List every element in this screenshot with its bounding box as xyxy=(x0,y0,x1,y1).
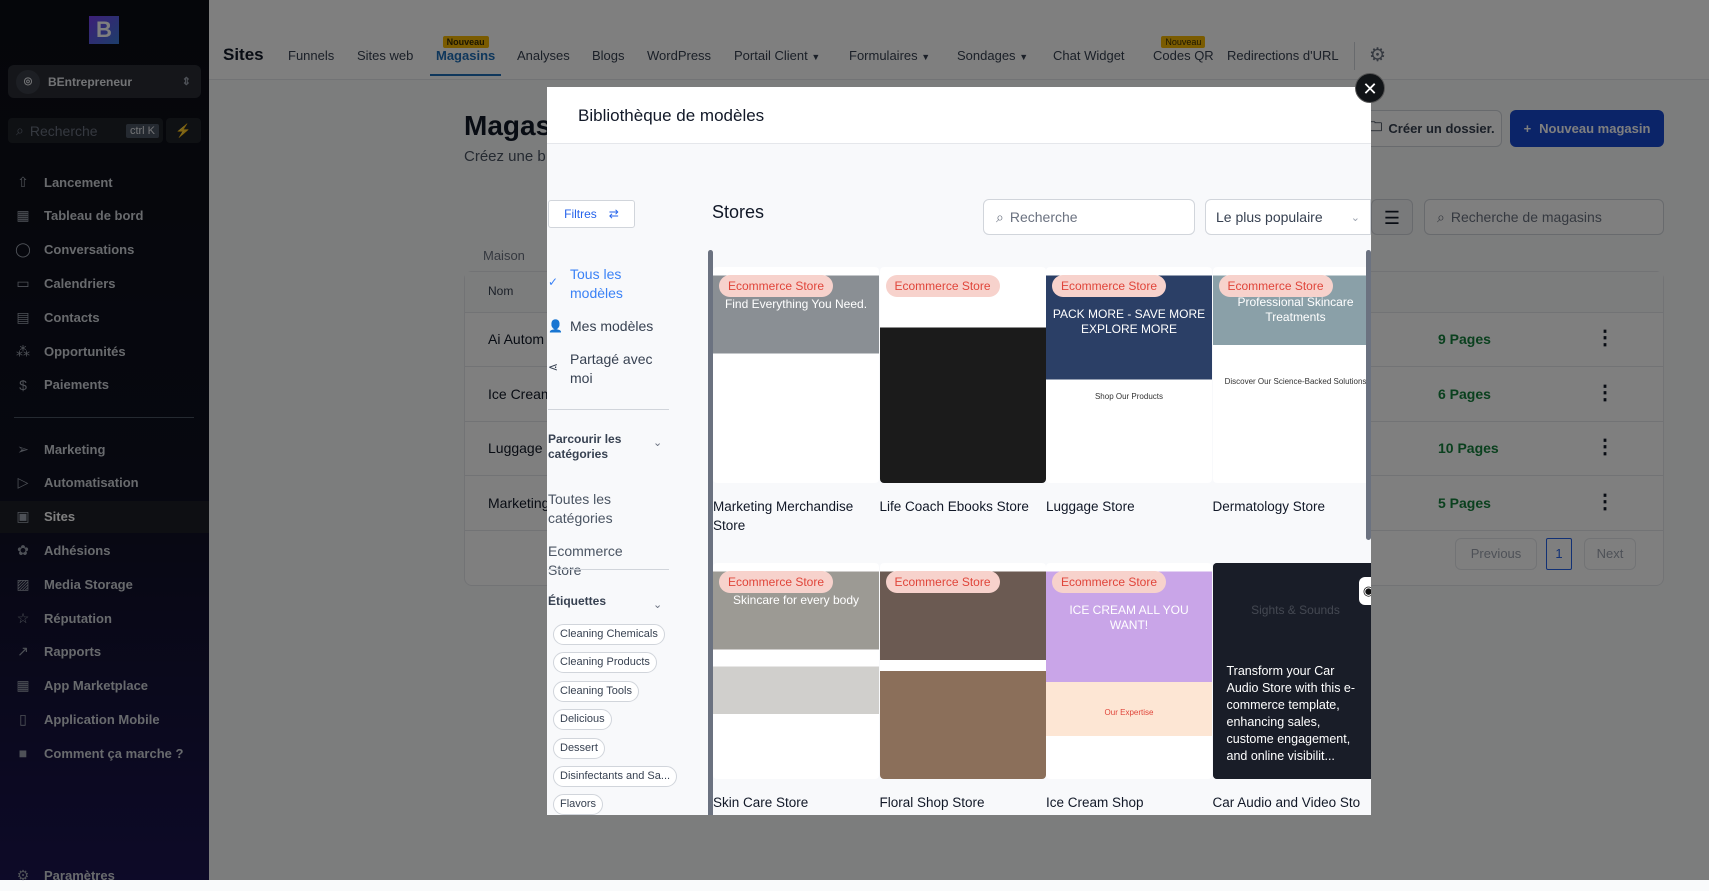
thumbnail-hero-text: ICE CREAM ALL YOU WANT! xyxy=(1069,603,1189,632)
category-badge: Ecommerce Store xyxy=(719,571,834,593)
thumbnail-sub-text: Discover Our Science-Backed Solutions xyxy=(1224,377,1367,386)
tag-chip[interactable]: Cleaning Products xyxy=(553,652,657,674)
divider xyxy=(548,409,669,410)
nav-all-templates[interactable]: ✓ Tous les modèles xyxy=(548,265,640,303)
card-description: Transform your Car Audio Store with this… xyxy=(1226,664,1356,763)
divider xyxy=(548,569,669,570)
template-title: Floral Shop Store xyxy=(879,795,985,810)
tag-chip[interactable]: Cleaning Chemicals xyxy=(553,624,665,645)
tag-chip[interactable]: Disinfectants and Sa... xyxy=(553,766,678,787)
share-icon: ⋖ xyxy=(548,360,559,374)
check-circle-icon: ✓ xyxy=(548,275,559,289)
template-title: Car Audio and Video Sto xyxy=(1212,795,1361,810)
template-title: Life Coach Ebooks Store xyxy=(879,499,1029,514)
button-label: Filtres xyxy=(564,207,597,221)
template-thumbnail[interactable]: ICE CREAM ALL YOU WANT! Our Expertise Ecom… xyxy=(1046,563,1212,779)
chevron-down-icon: ⌄ xyxy=(653,599,663,611)
chevron-down-icon: ⌄ xyxy=(1350,211,1360,224)
grid-scrollbar[interactable] xyxy=(1366,250,1371,540)
category-ecommerce[interactable]: Ecommerce Store xyxy=(548,542,658,580)
nav-label: Tous les modèles xyxy=(570,266,623,301)
thumbnail-sub-text: Shop Our Products xyxy=(1094,392,1164,401)
template-title: Skin Care Store xyxy=(713,795,809,810)
thumbnail-hero-text: Find Everything You Need. xyxy=(724,297,868,311)
nav-my-templates[interactable]: 👤 Mes modèles xyxy=(548,317,653,336)
sort-select[interactable]: Le plus populaire ⌄ xyxy=(1205,199,1371,235)
nav-shared[interactable]: ⋖ Partagé avec moi xyxy=(548,350,660,388)
section-label: Étiquettes xyxy=(548,594,607,608)
template-thumbnail[interactable]: PACK MORE - SAVE MORE EXPLORE MORE Shop O… xyxy=(1046,267,1212,483)
thumbnail-sub-text: Our Expertise xyxy=(1104,708,1154,717)
sliders-icon: ⇄ xyxy=(608,207,619,221)
category-badge: Ecommerce Store xyxy=(719,275,834,297)
sort-value: Le plus populaire xyxy=(1216,209,1323,225)
template-search-input[interactable]: ⌕ Recherche xyxy=(983,199,1195,235)
tags-toggle[interactable]: Étiquettes ⌄ xyxy=(548,594,668,611)
nav-label: Partagé avec moi xyxy=(570,351,653,386)
thumbnail-hero-text: Professional Skincare Treatments xyxy=(1237,295,1354,324)
tag-chip[interactable]: Cleaning Tools xyxy=(553,680,639,702)
user-icon: 👤 xyxy=(548,319,563,333)
tag-chip[interactable]: Delicious xyxy=(553,709,612,731)
category-badge: Ecommerce Store xyxy=(1052,571,1167,593)
template-title: Marketing Merchandise Store xyxy=(713,499,854,533)
tag-chip[interactable]: Dessert xyxy=(553,737,605,759)
template-thumbnail[interactable]: Find Everything You Need. Ecommerce Store xyxy=(713,267,879,483)
nav-label: Mes modèles xyxy=(570,318,654,334)
category-badge: Ecommerce Store xyxy=(885,571,1000,593)
template-thumbnail[interactable]: Skincare for every body Ecommerce Store xyxy=(713,563,879,779)
card-hover-overlay: Transform your Car Audio Store with this… xyxy=(1212,563,1371,779)
category-badge: Ecommerce Store xyxy=(1218,275,1333,297)
category-badge: Ecommerce Store xyxy=(885,275,1000,297)
section-label: Parcourir les catégories xyxy=(548,432,622,461)
chevron-down-icon: ⌄ xyxy=(653,437,663,449)
close-icon: ✕ xyxy=(1362,79,1378,99)
search-placeholder: Recherche xyxy=(1009,209,1078,225)
thumbnail-hero-text: PACK MORE - SAVE MORE EXPLORE MORE xyxy=(1052,307,1206,336)
thumbnail-hero-text: Skincare for every body xyxy=(732,593,860,607)
template-title: Ice Cream Shop xyxy=(1046,795,1144,810)
browse-categories-toggle[interactable]: Parcourir les catégories ⌄ xyxy=(548,432,668,462)
template-thumbnail[interactable]: Sights & SoundsTransform your Car Audio … xyxy=(1212,563,1371,779)
category-all[interactable]: Toutes les catégories xyxy=(548,490,658,528)
category-badge: Ecommerce Store xyxy=(1052,275,1167,297)
section-title: Stores xyxy=(712,202,765,222)
close-modal-button[interactable]: ✕ xyxy=(1355,73,1385,103)
filters-button[interactable]: Filtres ⇄ xyxy=(548,200,635,228)
template-thumbnail[interactable]: Professional Skincare Treatments Discover… xyxy=(1212,267,1371,483)
preview-eye-icon[interactable]: ◉ xyxy=(1358,577,1371,605)
modal-title: Bibliothèque de modèles xyxy=(547,87,1371,144)
tag-chip[interactable]: Flavors xyxy=(553,794,604,815)
template-thumbnail[interactable]: Ecommerce Store xyxy=(879,267,1046,483)
template-library-modal: Bibliothèque de modèles Filtres ⇄ ✓ Tous l… xyxy=(547,87,1371,815)
template-title: Dermatology Store xyxy=(1212,499,1326,514)
template-thumbnail[interactable]: Ecommerce Store xyxy=(879,563,1046,779)
template-title: Luggage Store xyxy=(1046,499,1135,514)
search-icon: ⌕ xyxy=(996,208,1004,225)
